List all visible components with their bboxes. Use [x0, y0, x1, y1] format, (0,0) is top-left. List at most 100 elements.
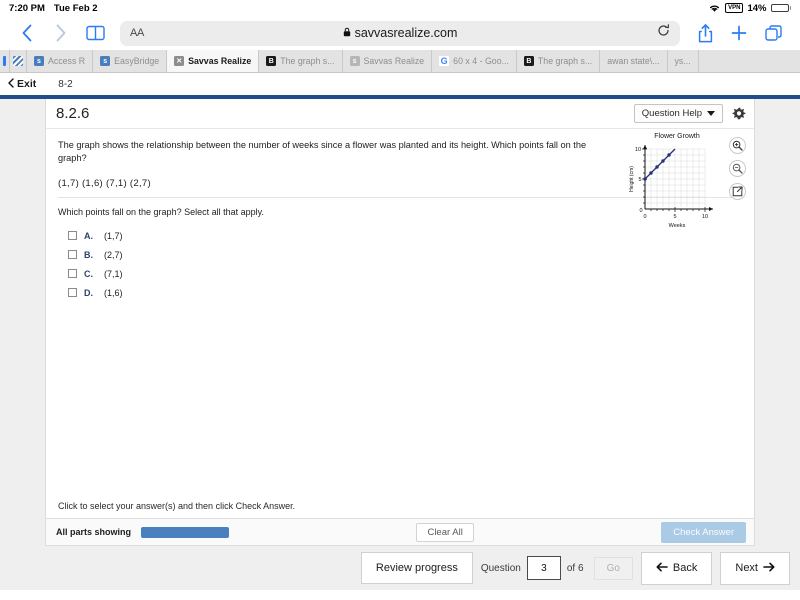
browser-tab[interactable]: awan state\... — [600, 50, 668, 72]
svg-text:10: 10 — [635, 147, 641, 153]
browser-tab[interactable]: s EasyBridge — [93, 50, 168, 72]
tab-label: awan state\... — [607, 56, 660, 66]
choice-letter: A. — [84, 230, 93, 241]
next-label: Next — [735, 562, 758, 574]
choice-value: (1,7) — [104, 230, 123, 241]
stripe-icon — [13, 56, 23, 66]
svg-text:0: 0 — [639, 208, 642, 214]
choice-b[interactable]: B. (2,7) — [68, 250, 742, 260]
checkbox-d[interactable] — [68, 288, 77, 298]
choice-value: (7,1) — [104, 268, 123, 279]
arrow-left-icon — [656, 562, 668, 575]
arrow-right-icon — [763, 562, 775, 575]
checkbox-c[interactable] — [68, 269, 77, 279]
question-help-label: Question Help — [641, 108, 702, 119]
browser-tab[interactable]: B The graph s... — [259, 50, 343, 72]
google-icon: G — [439, 56, 450, 66]
savvas-gray-icon: s — [349, 56, 360, 66]
question-card-footer: All parts showing Clear All Check Answer — [46, 518, 754, 545]
zoom-out-icon[interactable] — [729, 160, 746, 177]
ios-status-bar: 7:20 PM Tue Feb 2 VPN 14% — [0, 0, 800, 16]
question-card-header: 8.2.6 Question Help — [46, 99, 754, 129]
all-parts-label: All parts showing — [56, 527, 132, 537]
question-card: 8.2.6 Question Help The graph shows the — [45, 99, 755, 546]
share-icon[interactable] — [688, 18, 722, 48]
tab-overview-icon[interactable] — [756, 18, 790, 48]
back-label: Back — [672, 562, 698, 574]
question-number-input[interactable] — [526, 556, 561, 580]
choice-c[interactable]: C. (7,1) — [68, 269, 742, 279]
choice-value: (1,6) — [104, 287, 123, 298]
status-date: Tue Feb 2 — [53, 2, 98, 14]
savvas-icon: s — [34, 56, 44, 66]
exit-button[interactable]: Exit — [8, 77, 37, 91]
svg-text:5: 5 — [673, 214, 676, 220]
reload-icon[interactable] — [657, 24, 670, 42]
checkbox-a[interactable] — [68, 231, 77, 241]
status-time: 7:20 PM — [9, 2, 45, 14]
chevron-down-icon — [707, 108, 715, 119]
choice-value: (2,7) — [104, 249, 123, 260]
back-chevron-icon[interactable] — [10, 18, 44, 48]
graph-area: Flower Growth 0 5 10 5 10 0 Weeks Height… — [629, 133, 746, 234]
browser-tab[interactable]: ys... — [667, 50, 699, 72]
question-id: 8.2.6 — [56, 105, 90, 122]
choice-letter: C. — [84, 268, 93, 279]
tab-label: The graph s... — [280, 56, 335, 66]
book-icon[interactable] — [78, 18, 112, 48]
tab-label: 60 x 4 - Goo... — [453, 56, 509, 66]
battery-icon — [770, 3, 791, 13]
back-button[interactable]: Back — [640, 551, 713, 585]
browser-toolbar: AA savvasrealize.com — [0, 16, 800, 50]
choice-letter: D. — [84, 287, 93, 298]
svg-text:5: 5 — [638, 177, 641, 183]
svg-text:0: 0 — [643, 214, 646, 220]
question-help-button[interactable]: Question Help — [633, 104, 723, 123]
tab-strip: s Access R s EasyBridge ✕ Savvas Realize… — [0, 50, 800, 73]
checkbox-b[interactable] — [68, 250, 77, 260]
browser-tab[interactable] — [0, 50, 10, 72]
brainly-icon: B — [266, 56, 277, 66]
brainly-icon: B — [523, 56, 534, 66]
zoom-in-icon[interactable] — [729, 137, 746, 154]
assignment-frame: 8.2.6 Question Help The graph shows the — [0, 95, 800, 590]
svg-text:10: 10 — [702, 214, 708, 220]
browser-tab[interactable] — [10, 50, 27, 72]
lock-icon — [343, 26, 351, 40]
chevron-left-icon — [8, 77, 14, 91]
go-button[interactable]: Go — [593, 556, 633, 580]
browser-tab-active[interactable]: ✕ Savvas Realize — [167, 50, 260, 72]
open-external-icon[interactable] — [729, 183, 746, 200]
address-bar-url-group: savvasrealize.com — [120, 26, 680, 40]
chart-svg: 0 5 10 5 10 0 Weeks Height (cm) — [629, 145, 713, 229]
answer-hint: Click to select your answer(s) and then … — [58, 501, 296, 511]
x-icon: ✕ — [174, 56, 185, 66]
gear-icon[interactable] — [732, 107, 746, 121]
browser-tab[interactable]: B The graph s... — [516, 50, 601, 72]
plus-icon[interactable] — [722, 18, 756, 48]
chart-title: Flower Growth — [654, 133, 700, 140]
clear-all-button[interactable]: Clear All — [416, 522, 474, 542]
tab-label: EasyBridge — [114, 56, 160, 66]
progress-bar — [141, 526, 230, 538]
browser-tab[interactable]: G 60 x 4 - Goo... — [432, 50, 517, 72]
browser-tab[interactable]: s Savvas Realize — [342, 50, 433, 72]
graph-tool-buttons — [729, 133, 746, 200]
choice-letter: B. — [84, 249, 93, 260]
browser-tab[interactable]: s Access R — [27, 50, 94, 72]
svg-text:Height (cm): Height (cm) — [629, 166, 635, 192]
address-bar[interactable]: AA savvasrealize.com — [120, 20, 680, 46]
flower-growth-chart: Flower Growth 0 5 10 5 10 0 Weeks Height… — [629, 133, 725, 234]
choice-d[interactable]: D. (1,6) — [68, 288, 742, 298]
tab-label: Access R — [48, 56, 86, 66]
bar-icon — [3, 56, 6, 66]
tab-label: The graph s... — [537, 56, 593, 66]
question-jump-label: Question — [480, 562, 521, 574]
forward-chevron-icon[interactable] — [44, 18, 78, 48]
check-answer-button[interactable]: Check Answer — [661, 521, 746, 543]
review-progress-button[interactable]: Review progress — [360, 552, 473, 584]
next-button[interactable]: Next — [720, 551, 790, 585]
question-body: The graph shows the relationship between… — [46, 129, 754, 229]
exit-label: Exit — [17, 78, 37, 90]
savvas-icon: s — [100, 56, 111, 66]
